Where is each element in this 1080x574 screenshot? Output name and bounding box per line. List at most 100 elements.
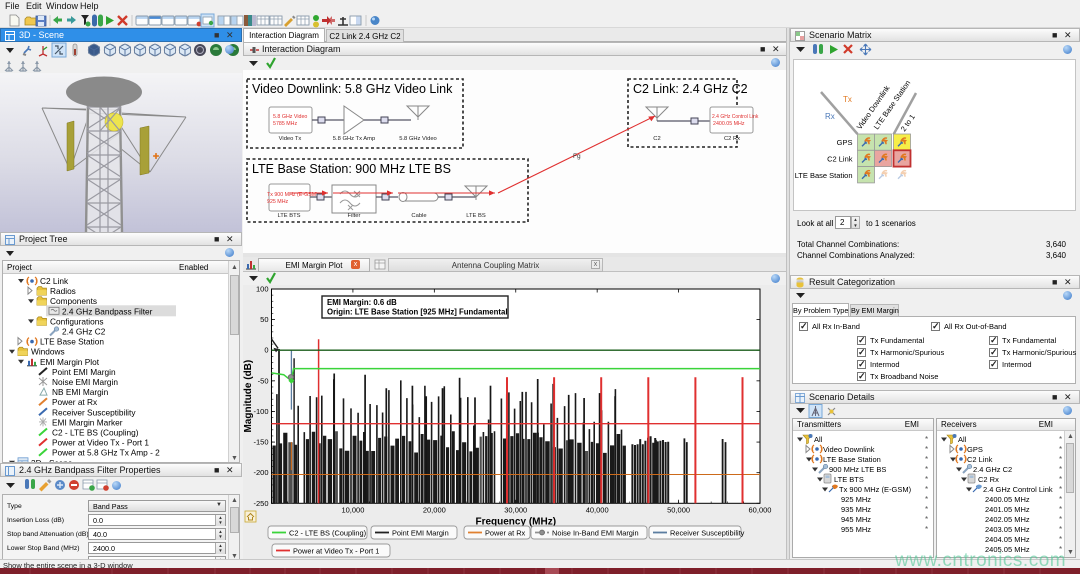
svg-text:*: *	[925, 435, 928, 444]
svg-text:C2 Link: C2 Link	[40, 276, 69, 286]
svg-text:EMI Margin: 0.6 dB: EMI Margin: 0.6 dB	[327, 298, 397, 307]
svg-text:100: 100	[256, 285, 269, 294]
svg-text:Rx: Rx	[825, 112, 835, 121]
svg-text:LTE Base Station: LTE Base Station	[40, 337, 104, 347]
svg-text:10,000: 10,000	[341, 505, 364, 514]
svg-text:*: *	[925, 455, 928, 464]
svg-text:*: *	[925, 465, 928, 474]
svg-text:Power at Video Tx - Port 1: Power at Video Tx - Port 1	[52, 438, 149, 448]
svg-text:*: *	[1059, 445, 1062, 454]
svg-text:All: All	[958, 435, 967, 444]
svg-text:5.8 GHz Video: 5.8 GHz Video	[273, 114, 307, 120]
svg-text:2.4 GHz Bandpass Filter: 2.4 GHz Bandpass Filter	[62, 306, 153, 316]
svg-text:2400.05 MHz: 2400.05 MHz	[985, 495, 1030, 504]
svg-text:LTE BS: LTE BS	[466, 213, 486, 219]
svg-text:2401.05 MHz: 2401.05 MHz	[985, 505, 1030, 514]
svg-text:2.4 GHz Control Link: 2.4 GHz Control Link	[983, 485, 1053, 494]
svg-text:-100: -100	[253, 407, 268, 416]
svg-text:945 MHz: 945 MHz	[841, 515, 871, 524]
svg-text:*: *	[1059, 535, 1062, 544]
svg-text:Magnitude (dB): Magnitude (dB)	[243, 360, 254, 433]
svg-text:Video Downlink: Video Downlink	[823, 445, 875, 454]
svg-text:60,000: 60,000	[749, 505, 772, 514]
svg-text:LTE BTS: LTE BTS	[277, 213, 300, 219]
svg-text:955 MHz: 955 MHz	[841, 525, 871, 534]
svg-text:*: *	[1059, 475, 1062, 484]
svg-text:*: *	[925, 485, 928, 494]
svg-text:*: *	[1059, 505, 1062, 514]
svg-text:LTE Base Station: 900 MHz LTE: LTE Base Station: 900 MHz LTE BS	[252, 162, 451, 176]
svg-text:-150: -150	[253, 438, 268, 447]
svg-text:Power at Rx: Power at Rx	[485, 529, 526, 538]
svg-text:925 MHz: 925 MHz	[267, 199, 289, 205]
svg-text:C2 - LTE BS (Coupling): C2 - LTE BS (Coupling)	[289, 529, 366, 538]
svg-text:C2 Link: C2 Link	[967, 455, 993, 464]
svg-text:2400.05 MHz: 2400.05 MHz	[713, 121, 745, 127]
svg-text:*: *	[925, 495, 928, 504]
svg-text:50: 50	[260, 315, 268, 324]
svg-text:Configurations: Configurations	[50, 316, 104, 326]
svg-text:Point EMI Margin: Point EMI Margin	[392, 529, 449, 538]
svg-text:Power at Video Tx - Port 1: Power at Video Tx - Port 1	[293, 547, 379, 556]
svg-text:*: *	[925, 505, 928, 514]
svg-text:5.8 GHz Tx Amp: 5.8 GHz Tx Amp	[333, 136, 375, 142]
svg-text:EMI Margin Plot: EMI Margin Plot	[40, 357, 100, 367]
svg-text:Radios: Radios	[50, 286, 76, 296]
svg-text:Video Tx: Video Tx	[279, 136, 302, 142]
svg-text:Components: Components	[50, 296, 97, 306]
svg-text:*: *	[925, 445, 928, 454]
svg-text:5.8 GHz Video: 5.8 GHz Video	[399, 136, 437, 142]
svg-text:Fg: Fg	[573, 153, 581, 160]
svg-text:*: *	[925, 525, 928, 534]
svg-text:2.4 GHz C2: 2.4 GHz C2	[973, 465, 1012, 474]
svg-text:Windows: Windows	[31, 347, 65, 357]
svg-text:2404.05 MHz: 2404.05 MHz	[985, 535, 1030, 544]
svg-text:*: *	[925, 475, 928, 484]
svg-text:0: 0	[264, 346, 268, 355]
svg-text:LTE BTS: LTE BTS	[834, 475, 864, 484]
svg-text:40,000: 40,000	[586, 505, 609, 514]
svg-text:2.4 GHz Control Link: 2.4 GHz Control Link	[712, 114, 759, 120]
svg-text:LTE Base Station: LTE Base Station	[823, 455, 881, 464]
svg-text:2 to 1: 2 to 1	[899, 113, 917, 134]
svg-text:*: *	[1059, 485, 1062, 494]
svg-text:Tx: Tx	[843, 95, 852, 104]
svg-text:Noise EMI Margin: Noise EMI Margin	[52, 377, 118, 387]
svg-text:Video Downlink: 5.8 GHz Video: Video Downlink: 5.8 GHz Video Link	[252, 82, 453, 96]
svg-text:-250: -250	[253, 499, 268, 508]
svg-text:30,000: 30,000	[504, 505, 527, 514]
svg-text:5785 MHz: 5785 MHz	[273, 121, 297, 127]
svg-text:2.4 GHz C2: 2.4 GHz C2	[62, 327, 106, 337]
svg-text:*: *	[1059, 515, 1062, 524]
svg-text:900 MHz LTE BS: 900 MHz LTE BS	[829, 465, 886, 474]
svg-text:NB EMI Margin: NB EMI Margin	[52, 387, 109, 397]
svg-text:-200: -200	[253, 468, 268, 477]
svg-text:C2 Rx: C2 Rx	[978, 475, 999, 484]
svg-text:EMI Margin Marker: EMI Margin Marker	[52, 417, 123, 427]
svg-text:*: *	[1059, 495, 1062, 504]
svg-text:C2 Link: 2.4 GHz C2: C2 Link: 2.4 GHz C2	[633, 82, 748, 96]
svg-text:GPS: GPS	[967, 445, 983, 454]
svg-text:2403.05 MHz: 2403.05 MHz	[985, 525, 1030, 534]
svg-text:Receiver Susceptibility: Receiver Susceptibility	[52, 407, 136, 417]
svg-text:*: *	[1059, 465, 1062, 474]
svg-text:*: *	[1059, 525, 1062, 534]
svg-text:Origin: LTE Base Station [925: Origin: LTE Base Station [925 MHz] Funda…	[327, 308, 508, 317]
svg-text:LTE Base Station: LTE Base Station	[795, 171, 853, 180]
svg-text:Cable: Cable	[411, 213, 426, 219]
svg-text:Point EMI Margin: Point EMI Margin	[52, 367, 116, 377]
svg-text:C2: C2	[653, 136, 660, 142]
svg-text:50,000: 50,000	[667, 505, 690, 514]
svg-text:2402.05 MHz: 2402.05 MHz	[985, 515, 1030, 524]
svg-text:-50: -50	[258, 376, 269, 385]
svg-text:C2 - LTE BS (Coupling): C2 - LTE BS (Coupling)	[52, 428, 139, 438]
svg-text:Power at Rx: Power at Rx	[52, 397, 98, 407]
svg-text:*: *	[1059, 455, 1062, 464]
svg-text:Noise In-Band EMI Margin: Noise In-Band EMI Margin	[552, 529, 639, 538]
svg-text:All: All	[814, 435, 823, 444]
svg-text:Tx 900 MHz (E-GSM): Tx 900 MHz (E-GSM)	[839, 485, 912, 494]
svg-text:GPS: GPS	[837, 138, 853, 147]
svg-text:C2 Rx: C2 Rx	[724, 136, 740, 142]
svg-text:C2 Link: C2 Link	[827, 154, 853, 163]
svg-text:*: *	[925, 515, 928, 524]
